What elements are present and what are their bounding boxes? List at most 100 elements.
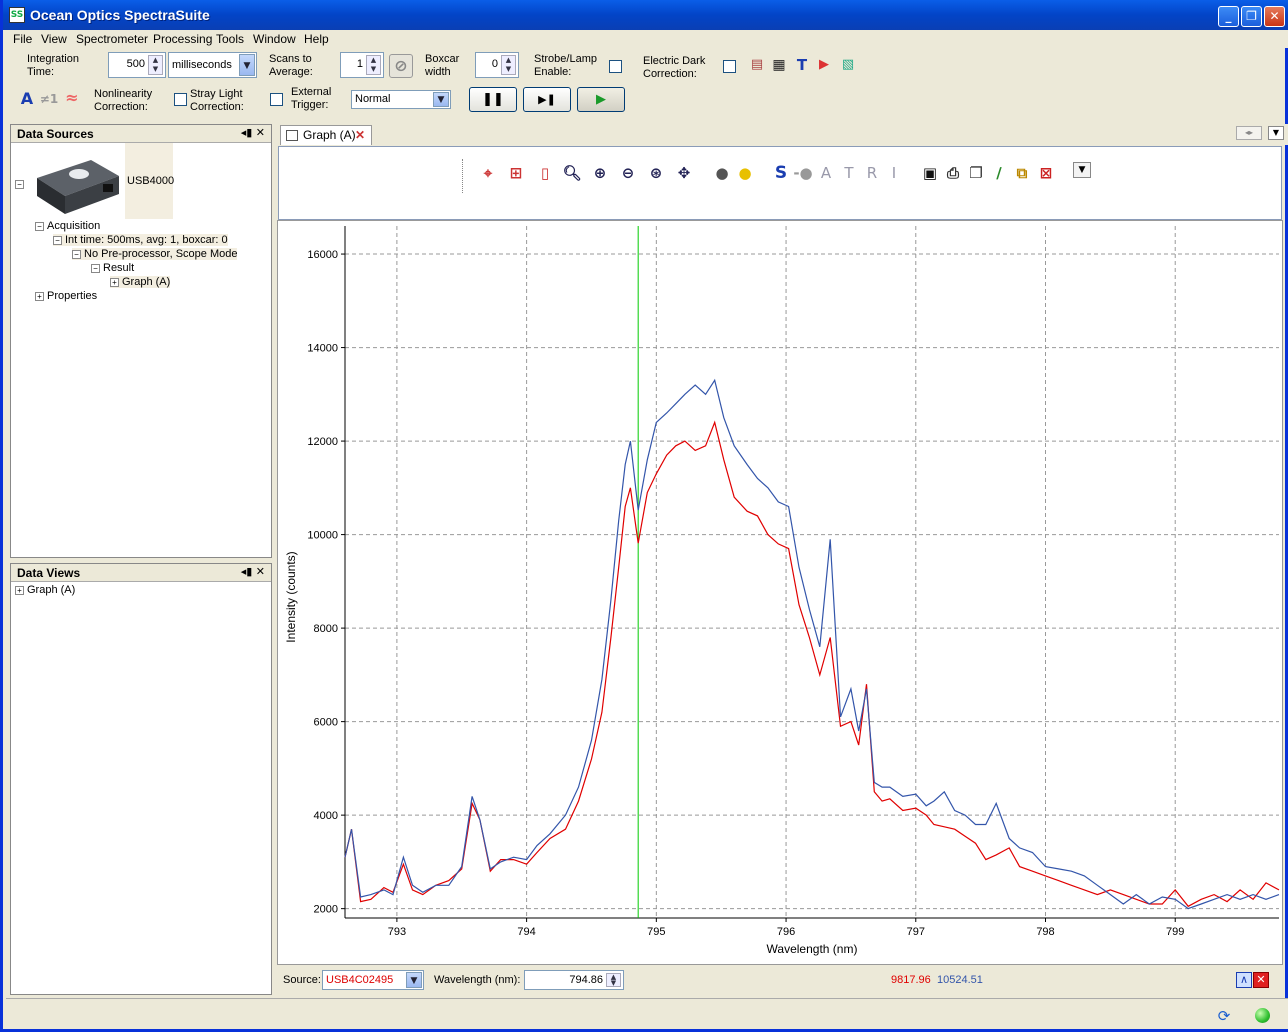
nonlinearity-checkbox[interactable] (174, 93, 187, 106)
menu-view[interactable]: View (41, 32, 67, 46)
copy-icon[interactable]: ❐ (966, 165, 986, 181)
tree-item-int-time[interactable]: − Int time: 500ms, avg: 1, boxcar: 0 (53, 234, 228, 246)
graph-status-row: Source: USB4C02495 ▼ Wavelength (nm): 79… (277, 967, 1285, 993)
zoom-in-icon[interactable]: ⊕ (590, 165, 610, 181)
overlay-view-icon[interactable]: ▧ (839, 56, 857, 74)
x-axis-title: Wavelength (nm) (767, 942, 858, 956)
zoom-box-icon[interactable]: ⊞ (506, 165, 526, 181)
electric-dark-checkbox[interactable] (723, 60, 736, 73)
stray-light-checkbox[interactable] (270, 93, 283, 106)
tab-menu-icon[interactable]: ▼ (1268, 126, 1284, 140)
menu-window[interactable]: Window (253, 32, 296, 46)
tab-scroll-icon[interactable]: ◂▸ (1236, 126, 1262, 140)
zoom-to-fit-icon[interactable]: 🔍︎ (562, 165, 582, 181)
pause-button[interactable]: ❚❚ (469, 87, 517, 112)
reflection-r-icon[interactable]: R (862, 165, 882, 181)
color-view-icon[interactable]: ▶ (815, 56, 833, 74)
menu-spectrometer[interactable]: Spectrometer (76, 32, 148, 46)
vertical-zoom-icon[interactable]: ▯ (535, 165, 555, 181)
x-tick-label: 799 (1166, 926, 1184, 938)
transmission-t-icon[interactable]: T (839, 165, 859, 181)
tree-item-acquisition[interactable]: − Acquisition (35, 220, 100, 232)
scope-mode-icon[interactable]: A (18, 90, 36, 108)
not-equal-one-icon[interactable]: ≠1 (39, 90, 59, 108)
tree-item-graph-view[interactable]: + Graph (A) (15, 584, 75, 596)
close-peak-finder-icon[interactable]: ✕ (1253, 972, 1269, 988)
external-trigger-label: External Trigger: (291, 86, 332, 111)
scope-s-icon[interactable]: S (771, 165, 791, 182)
dark-bulb-icon[interactable]: ● (712, 165, 732, 181)
minimize-button[interactable]: _ (1218, 6, 1239, 27)
crosshair-icon[interactable]: ⌖ (478, 165, 498, 181)
zoom-reset-icon[interactable]: ⊛ (646, 165, 666, 181)
pause-icon: ❚❚ (482, 92, 504, 107)
print-icon[interactable]: ⎙ (943, 165, 963, 181)
source-label: Source: (283, 974, 321, 986)
tree-item-preprocessor[interactable]: − No Pre-processor, Scope Mode (72, 248, 238, 260)
table-view-icon[interactable]: ▦ (770, 56, 788, 74)
source-select[interactable]: USB4C02495 ▼ (322, 970, 424, 990)
menu-file[interactable]: File (13, 32, 32, 46)
strobe-lamp-label: Strobe/Lamp Enable: (534, 53, 597, 78)
export-icon[interactable]: ⧉ (1012, 165, 1032, 181)
spectrasuite-app-icon: SS (9, 7, 25, 23)
wave-icon[interactable]: ≈ (63, 89, 81, 107)
boxcar-width-label: Boxcar width (425, 53, 460, 78)
single-acquire-button[interactable]: ▶❚ (523, 87, 571, 112)
save-icon[interactable]: ▣ (920, 165, 940, 181)
toolbar-separator (462, 159, 463, 193)
menu-help[interactable]: Help (304, 32, 329, 46)
graph-view-icon[interactable]: ▤ (748, 56, 766, 74)
integration-time-spinner[interactable]: 500 ▲ ▼ (108, 52, 166, 78)
dark-subtract-icon[interactable]: -● (793, 165, 813, 181)
irradiance-i-icon[interactable]: I (884, 165, 904, 181)
device-label[interactable]: USB4000 (127, 175, 174, 187)
tab-graph-a[interactable]: Graph (A) ✕ (280, 125, 372, 145)
reset-averaging-icon[interactable]: ⊘ (389, 54, 413, 78)
text-view-icon[interactable]: T (793, 56, 811, 74)
wavelength-spinner[interactable]: 794.86 ▲ ▼ (524, 970, 624, 990)
panel-controls[interactable]: ◂▮ ✕ (241, 565, 265, 578)
restore-button[interactable]: ❐ (1241, 6, 1262, 27)
close-button[interactable]: ✕ (1264, 6, 1285, 27)
spectrum-chart[interactable]: 793 794 795 796 797 798 799 2000 4000 6000 8000 100… (278, 221, 1284, 966)
close-tab-icon[interactable]: ✕ (355, 128, 365, 142)
menu-tools[interactable]: Tools (216, 32, 244, 46)
scans-to-average-spinner[interactable]: 1 ▲ ▼ (340, 52, 384, 78)
boxcar-width-spinner[interactable]: 0 ▲ ▼ (475, 52, 519, 78)
play-button[interactable]: ▶ (577, 87, 625, 112)
tree-item-result[interactable]: − Result (91, 262, 134, 274)
x-tick-label: 796 (777, 926, 795, 938)
spinner-arrows-icon[interactable]: ▲ ▼ (501, 55, 516, 75)
refresh-icon[interactable]: ⟳ (1215, 1007, 1233, 1025)
spinner-arrows-icon[interactable]: ▲ ▼ (148, 55, 163, 75)
tree-item-graph[interactable]: + Graph (A) (110, 276, 171, 288)
integration-unit-select[interactable]: milliseconds ▼ (168, 52, 257, 78)
spinner-arrows-icon[interactable]: ▲ ▼ (606, 973, 621, 987)
zoom-out-icon[interactable]: ⊖ (618, 165, 638, 181)
chevron-down-icon[interactable]: ▼ (406, 972, 422, 988)
clear-overlay-icon[interactable]: ⊠ (1036, 165, 1056, 181)
usb4000-device-icon (31, 148, 123, 220)
panel-controls[interactable]: ◂▮ ✕ (241, 126, 265, 139)
menu-processing[interactable]: Processing (153, 32, 212, 46)
int-time-label: Int time: 500ms, avg: 1, boxcar: 0 (65, 234, 228, 246)
chevron-down-icon[interactable]: ▼ (239, 54, 255, 76)
pan-icon[interactable]: ✥ (674, 165, 694, 181)
absorbance-a-icon[interactable]: A (816, 165, 836, 181)
toolbar-more-icon[interactable]: ▼ (1073, 162, 1091, 178)
status-led-icon (1255, 1008, 1270, 1023)
data-views-header: Data Views ◂▮ ✕ (11, 564, 271, 582)
strobe-lamp-checkbox[interactable] (609, 60, 622, 73)
tree-item-properties[interactable]: + Properties (35, 290, 97, 302)
peak-icon[interactable]: ∕ (989, 165, 1009, 181)
trigger-mode-select[interactable]: Normal ▼ (351, 90, 451, 109)
chevron-down-icon[interactable]: ▼ (433, 92, 449, 107)
spinner-arrows-icon[interactable]: ▲ ▼ (366, 55, 381, 75)
y-tick-label: 14000 (307, 343, 338, 355)
y-tick-label: 16000 (307, 249, 338, 261)
graph-source-label: Graph (A) (122, 276, 171, 288)
reference-bulb-icon[interactable]: ● (735, 165, 755, 181)
tree-toggle-device[interactable]: − (15, 178, 27, 190)
peak-finder-icon[interactable]: ∧ (1236, 972, 1252, 988)
